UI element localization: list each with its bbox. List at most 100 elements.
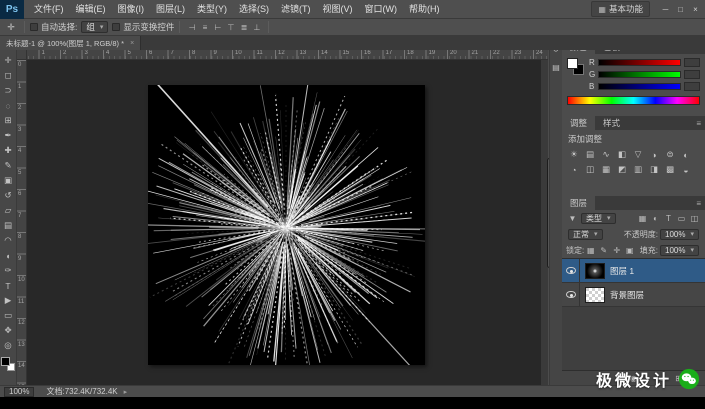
- document-canvas[interactable]: [148, 85, 425, 365]
- filter-shape-layers-icon[interactable]: ▭: [675, 212, 688, 224]
- layer-row-background[interactable]: 背景图层: [562, 283, 705, 307]
- menu-type[interactable]: 类型(Y): [191, 0, 233, 19]
- brush-tool[interactable]: ✎: [0, 158, 16, 173]
- tab-layers[interactable]: 图层: [562, 196, 596, 210]
- lasso-tool[interactable]: ⊃: [0, 83, 16, 98]
- filter-adjustment-layers-icon[interactable]: ◐: [649, 212, 662, 224]
- visibility-toggle[interactable]: [562, 283, 580, 306]
- auto-select-checkbox[interactable]: [30, 23, 38, 31]
- blur-tool[interactable]: ◠: [0, 233, 16, 248]
- color-balance-icon[interactable]: ⊜: [662, 147, 678, 162]
- color-lookup-icon[interactable]: ▦: [598, 162, 614, 177]
- color-spectrum-bar[interactable]: [567, 96, 700, 105]
- crop-tool[interactable]: ⊞: [0, 113, 16, 128]
- shape-tool[interactable]: ▭: [0, 308, 16, 323]
- tab-styles[interactable]: 样式: [595, 116, 628, 130]
- foreground-color-swatch[interactable]: [1, 357, 10, 366]
- menu-filter[interactable]: 滤镜(T): [275, 0, 317, 19]
- filter-pixel-layers-icon[interactable]: ▦: [636, 212, 649, 224]
- hue-saturation-icon[interactable]: ◑: [646, 147, 662, 162]
- menu-layer[interactable]: 图层(L): [150, 0, 191, 19]
- menu-window[interactable]: 窗口(W): [359, 0, 404, 19]
- gradient-map-icon[interactable]: ▩: [662, 162, 678, 177]
- vertical-scrollbar[interactable]: [541, 60, 552, 385]
- menu-view[interactable]: 视图(V): [317, 0, 359, 19]
- quick-select-tool[interactable]: ◌: [0, 98, 16, 113]
- show-transform-checkbox[interactable]: [112, 23, 121, 31]
- green-channel-slider[interactable]: [598, 71, 681, 78]
- align-bottom-icon[interactable]: ⊥: [250, 21, 263, 34]
- channel-mixer-icon[interactable]: ◫: [582, 162, 598, 177]
- menu-edit[interactable]: 编辑(E): [70, 0, 112, 19]
- menu-select[interactable]: 选择(S): [233, 0, 275, 19]
- restore-button[interactable]: □: [673, 0, 688, 19]
- menu-image[interactable]: 图像(I): [112, 0, 151, 19]
- layer-filter-dropdown[interactable]: 类型: [581, 212, 616, 224]
- close-tab-icon[interactable]: ×: [130, 40, 134, 47]
- lock-pixels-icon[interactable]: ✎: [597, 244, 610, 256]
- layer-row-layer-1[interactable]: 图层 1: [562, 259, 705, 283]
- align-top-icon[interactable]: ⊤: [224, 21, 237, 34]
- lock-transparency-icon[interactable]: ▦: [584, 244, 597, 256]
- blend-mode-dropdown[interactable]: 正常: [568, 228, 603, 240]
- threshold-icon[interactable]: ◨: [646, 162, 662, 177]
- posterize-icon[interactable]: ▥: [630, 162, 646, 177]
- vibrance-icon[interactable]: ▽: [630, 147, 646, 162]
- blue-channel-slider[interactable]: [598, 83, 681, 90]
- properties-panel-icon[interactable]: ▤: [550, 60, 562, 74]
- filter-smart-objects-icon[interactable]: ◫: [688, 212, 701, 224]
- menu-help[interactable]: 帮助(H): [403, 0, 446, 19]
- ruler-top[interactable]: 0123456789101112131415161718192021222324: [17, 50, 548, 60]
- auto-select-dropdown[interactable]: 组: [81, 21, 109, 33]
- layer-thumbnail[interactable]: [585, 262, 605, 279]
- zoom-level-field[interactable]: 100%: [4, 386, 35, 397]
- red-channel-value[interactable]: [684, 58, 700, 67]
- black-white-icon[interactable]: ◐: [678, 147, 694, 162]
- pen-tool[interactable]: ✑: [0, 263, 16, 278]
- ruler-left[interactable]: 0123456789101112131415: [17, 60, 27, 391]
- workspace-switcher[interactable]: ▦ 基本功能: [591, 1, 650, 17]
- dodge-tool[interactable]: ◖: [0, 248, 16, 263]
- panel-menu-icon[interactable]: ≡: [692, 116, 705, 130]
- red-channel-slider[interactable]: [598, 59, 681, 66]
- eraser-tool[interactable]: ▱: [0, 203, 16, 218]
- invert-icon[interactable]: ◩: [614, 162, 630, 177]
- align-center-v-icon[interactable]: ≣: [237, 21, 250, 34]
- minimize-button[interactable]: ─: [658, 0, 673, 19]
- levels-icon[interactable]: ▤: [582, 147, 598, 162]
- eyedropper-tool[interactable]: ✒: [0, 128, 16, 143]
- close-button[interactable]: ×: [688, 0, 703, 19]
- hand-tool[interactable]: ✥: [0, 323, 16, 338]
- lock-all-icon[interactable]: ▣: [623, 244, 636, 256]
- photo-filter-icon[interactable]: ◔: [566, 162, 582, 177]
- panel-foreground-swatch[interactable]: [567, 58, 578, 69]
- green-channel-value[interactable]: [684, 70, 700, 79]
- brightness-contrast-icon[interactable]: ☀: [566, 147, 582, 162]
- align-left-icon[interactable]: ⊣: [185, 21, 198, 34]
- blue-channel-value[interactable]: [684, 82, 700, 91]
- curves-icon[interactable]: ∿: [598, 147, 614, 162]
- healing-brush-tool[interactable]: ✚: [0, 143, 16, 158]
- marquee-tool[interactable]: ◻: [0, 68, 16, 83]
- document-tab[interactable]: 未标题-1 @ 100%(图层 1, RGB/8) * ×: [0, 36, 142, 50]
- layer-name[interactable]: 图层 1: [610, 265, 634, 277]
- panel-color-swatches[interactable]: [567, 58, 585, 78]
- align-center-h-icon[interactable]: ≡: [198, 21, 211, 34]
- layer-name[interactable]: 背景图层: [610, 289, 644, 301]
- tab-adjustments[interactable]: 调整: [562, 116, 596, 130]
- status-options-icon[interactable]: ▸: [124, 388, 128, 396]
- visibility-toggle[interactable]: [562, 259, 580, 282]
- gradient-tool[interactable]: ▤: [0, 218, 16, 233]
- filter-type-layers-icon[interactable]: T: [662, 212, 675, 224]
- history-brush-tool[interactable]: ↺: [0, 188, 16, 203]
- canvas-area[interactable]: [27, 60, 552, 385]
- clone-stamp-tool[interactable]: ▣: [0, 173, 16, 188]
- zoom-tool[interactable]: ◎: [0, 338, 16, 353]
- fill-value[interactable]: 100%: [660, 244, 699, 256]
- menu-file[interactable]: 文件(F): [28, 0, 70, 19]
- layer-thumbnail[interactable]: [585, 286, 605, 303]
- align-right-icon[interactable]: ⊢: [211, 21, 224, 34]
- move-tool[interactable]: ✛: [0, 53, 16, 68]
- exposure-icon[interactable]: ◧: [614, 147, 630, 162]
- type-tool[interactable]: T: [0, 278, 16, 293]
